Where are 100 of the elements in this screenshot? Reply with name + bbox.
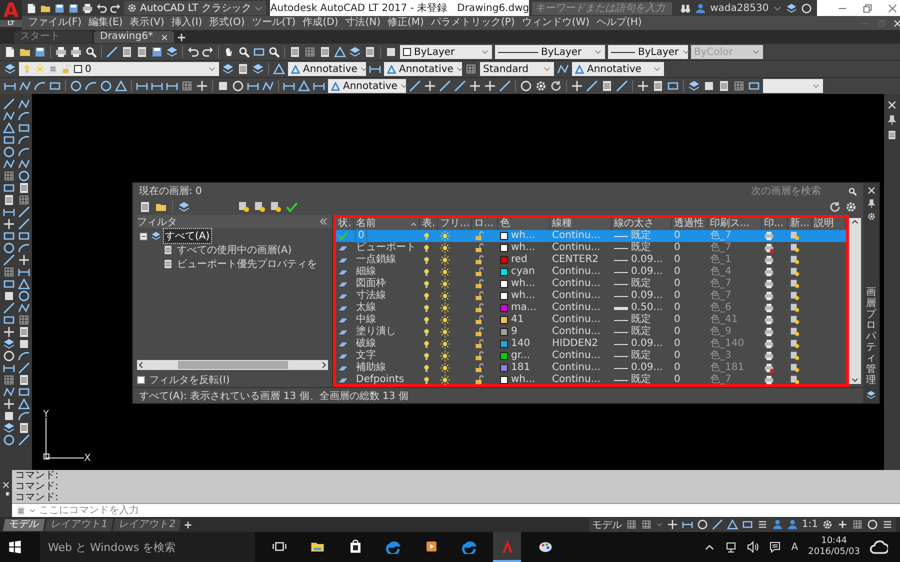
document-icon[interactable] bbox=[4, 46, 16, 58]
sheet-icon[interactable] bbox=[652, 80, 664, 92]
redo-arrow-icon[interactable] bbox=[110, 2, 121, 14]
lock-icon[interactable] bbox=[474, 315, 484, 325]
layers-icon[interactable] bbox=[3, 338, 15, 350]
new-sheet-icon[interactable] bbox=[790, 351, 800, 361]
menu-item[interactable]: ファイル(F) bbox=[28, 16, 82, 30]
close-icon[interactable] bbox=[886, 2, 898, 14]
crosshair-icon[interactable] bbox=[3, 218, 15, 230]
menu-item[interactable]: 寸法(N) bbox=[345, 16, 381, 30]
square-icon[interactable] bbox=[385, 46, 397, 58]
style-dropdown[interactable]: Annotative bbox=[384, 62, 462, 76]
arc-icon[interactable] bbox=[85, 80, 97, 92]
new-sheet-icon[interactable] bbox=[254, 201, 266, 213]
horizontal-scrollbar[interactable] bbox=[137, 360, 328, 370]
menu-item[interactable]: ヘルプ(H) bbox=[596, 16, 642, 30]
property-dropdown[interactable]: ByLayer bbox=[608, 45, 688, 59]
layer-row[interactable]: 文字 gr... Continu... 既定 0 色_3 bbox=[336, 350, 846, 362]
color-swatch[interactable] bbox=[500, 376, 508, 384]
arc-icon[interactable] bbox=[18, 350, 30, 362]
printer-icon[interactable] bbox=[764, 315, 774, 325]
square-icon[interactable] bbox=[3, 290, 15, 302]
person-icon[interactable] bbox=[786, 519, 798, 530]
pin-icon[interactable] bbox=[887, 115, 897, 125]
new-sheet-icon[interactable] bbox=[790, 375, 800, 385]
line-icon[interactable] bbox=[3, 302, 15, 314]
bulb-icon[interactable] bbox=[422, 292, 431, 300]
crosshair-icon[interactable] bbox=[3, 398, 15, 410]
new-sheet-icon[interactable] bbox=[790, 303, 800, 313]
sheet-icon[interactable] bbox=[718, 80, 730, 92]
new-sheet-icon[interactable] bbox=[790, 279, 800, 289]
arc-icon[interactable] bbox=[34, 80, 46, 92]
menu-item[interactable]: ウィンドウ(W) bbox=[522, 16, 590, 30]
lock-icon[interactable] bbox=[474, 303, 484, 313]
grid-icon[interactable] bbox=[733, 80, 745, 92]
grid-icon[interactable] bbox=[640, 519, 652, 530]
sheet-icon[interactable] bbox=[18, 374, 30, 386]
color-swatch[interactable] bbox=[500, 328, 508, 336]
lock-icon[interactable] bbox=[474, 339, 484, 349]
redo-arrow-icon[interactable] bbox=[202, 46, 214, 58]
printer-icon[interactable] bbox=[764, 255, 774, 265]
hamburger-icon[interactable] bbox=[756, 519, 768, 530]
sheet-icon[interactable] bbox=[18, 182, 30, 194]
color-swatch[interactable] bbox=[500, 244, 508, 252]
lock-icon[interactable] bbox=[474, 291, 484, 301]
collapse-icon[interactable] bbox=[319, 217, 328, 226]
magnifier-icon[interactable] bbox=[85, 46, 97, 58]
dimension-icon[interactable] bbox=[682, 519, 693, 530]
layers-icon[interactable] bbox=[3, 422, 15, 434]
arc-icon[interactable] bbox=[18, 146, 30, 158]
layout-tab[interactable]: モデル bbox=[2, 518, 46, 530]
property-dropdown[interactable]: ByLayer bbox=[400, 45, 492, 59]
circle-icon[interactable] bbox=[3, 146, 15, 158]
sheet-icon[interactable] bbox=[139, 201, 151, 213]
line-icon[interactable] bbox=[499, 80, 511, 92]
layer-row[interactable]: 太線 ma... Continu... 0.50... 0 色_6 bbox=[336, 302, 846, 314]
layers-icon[interactable] bbox=[786, 2, 797, 14]
restore-icon[interactable] bbox=[862, 2, 873, 14]
triangle-icon[interactable] bbox=[3, 122, 15, 134]
color-swatch[interactable] bbox=[500, 364, 508, 372]
layers-icon[interactable] bbox=[252, 63, 264, 75]
filter-item[interactable]: すべての使用中の画層(A) bbox=[176, 243, 293, 257]
dimension-icon[interactable] bbox=[136, 80, 148, 92]
new-sheet-icon[interactable] bbox=[238, 201, 250, 213]
sun-icon[interactable] bbox=[440, 339, 450, 349]
polyline-icon[interactable] bbox=[262, 80, 274, 92]
circle-outline-icon[interactable] bbox=[232, 80, 244, 92]
line-icon[interactable] bbox=[712, 519, 723, 530]
sheet-icon[interactable] bbox=[121, 46, 133, 58]
menu-item[interactable]: 編集(E) bbox=[88, 16, 123, 30]
circle-outline-icon[interactable] bbox=[867, 519, 878, 530]
binoculars-icon[interactable] bbox=[680, 2, 692, 14]
circle-outline-icon[interactable] bbox=[3, 350, 15, 362]
sheet-icon[interactable] bbox=[319, 46, 331, 58]
sun-icon[interactable] bbox=[440, 315, 450, 325]
grid-icon[interactable] bbox=[304, 46, 316, 58]
menu-item[interactable]: 形式(O) bbox=[209, 16, 245, 30]
layer-row[interactable]: 図面枠 wh... Continu... 既定 0 色_7 bbox=[336, 278, 846, 290]
line-icon[interactable] bbox=[18, 434, 30, 446]
circle-outline-icon[interactable] bbox=[696, 519, 708, 530]
menu-item[interactable]: 挿入(I) bbox=[171, 16, 202, 30]
crosshair-icon[interactable] bbox=[196, 80, 208, 92]
rectangle-icon[interactable] bbox=[3, 278, 15, 290]
rectangle-icon[interactable] bbox=[18, 386, 30, 398]
sun-icon[interactable] bbox=[440, 243, 450, 253]
rectangle-icon[interactable] bbox=[3, 134, 15, 146]
triangle-icon[interactable] bbox=[18, 278, 30, 290]
circle-icon[interactable] bbox=[70, 80, 82, 92]
square-icon[interactable] bbox=[703, 80, 715, 92]
bulb-icon[interactable] bbox=[422, 328, 431, 336]
sheet-icon[interactable] bbox=[3, 194, 15, 206]
square-icon[interactable] bbox=[3, 410, 15, 422]
layers-icon[interactable] bbox=[4, 63, 16, 75]
polyline-icon[interactable] bbox=[18, 158, 30, 170]
line-icon[interactable] bbox=[586, 80, 598, 92]
printer-icon[interactable] bbox=[764, 291, 774, 301]
gear-icon[interactable] bbox=[535, 80, 547, 92]
color-swatch[interactable] bbox=[500, 256, 508, 264]
circle-icon[interactable] bbox=[3, 434, 15, 446]
bulb-icon[interactable] bbox=[422, 244, 431, 252]
